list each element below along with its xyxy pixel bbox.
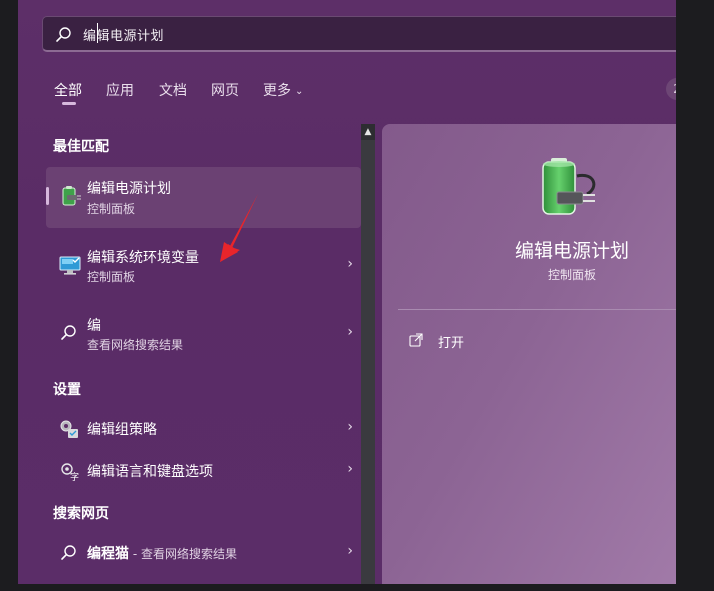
- chevron-down-icon: ⌄: [295, 85, 304, 97]
- results-scrollbar[interactable]: ▲: [361, 124, 375, 584]
- result-item-web-biancheng-mao[interactable]: 编程猫 - 查看网络搜索结果 ›: [46, 534, 361, 572]
- search-icon: [56, 27, 71, 42]
- result-title: 编程猫 - 查看网络搜索结果: [87, 543, 237, 563]
- chevron-right-icon[interactable]: ›: [347, 543, 353, 559]
- result-subtitle: 控制面板: [87, 270, 136, 284]
- tab-web[interactable]: 网页: [211, 80, 239, 100]
- web-query: 编程猫: [87, 546, 129, 562]
- text-caret: [97, 23, 98, 43]
- result-item-language-keyboard[interactable]: 字 编辑语言和键盘选项 ›: [46, 452, 361, 490]
- detail-subtitle: 控制面板: [547, 268, 596, 282]
- battery-plug-icon: [542, 158, 596, 215]
- result-item-env-vars[interactable]: 编辑系统环境变量 控制面板 ›: [46, 236, 361, 296]
- chevron-right-icon[interactable]: ›: [347, 256, 353, 272]
- detail-panel: 编辑电源计划 控制面板 打开: [382, 124, 676, 584]
- result-item-group-policy[interactable]: 编辑组策略 ›: [46, 410, 361, 448]
- result-subtitle: 控制面板: [87, 202, 136, 216]
- tab-apps[interactable]: 应用: [106, 80, 134, 100]
- tab-all[interactable]: 全部: [54, 80, 82, 100]
- open-external-icon: [409, 333, 423, 347]
- scroll-up-button[interactable]: ▲: [361, 124, 375, 140]
- result-item-web-search-bian[interactable]: 编 查看网络搜索结果 ›: [46, 304, 361, 364]
- badge[interactable]: 2: [666, 78, 676, 100]
- left-edge: [0, 0, 18, 591]
- tab-documents[interactable]: 文档: [159, 80, 187, 100]
- result-title: 编辑语言和键盘选项: [87, 464, 213, 480]
- right-edge: [676, 0, 714, 591]
- section-best-match: 最佳匹配: [53, 139, 109, 155]
- search-box[interactable]: 编辑电源计划: [42, 16, 676, 52]
- search-window: 编辑电源计划 全部 应用 文档 网页 更多 ⌄ 2 最佳匹配 编辑电源计划 控制面…: [18, 0, 676, 584]
- detail-divider: [398, 309, 676, 310]
- tab-more[interactable]: 更多 ⌄: [263, 80, 303, 100]
- search-icon: [61, 545, 76, 560]
- tab-more-label: 更多: [263, 83, 291, 99]
- bottom-edge: [0, 584, 714, 591]
- result-title: 编辑系统环境变量: [87, 250, 199, 266]
- battery-plug-icon: [62, 186, 81, 206]
- selection-indicator: [46, 187, 49, 205]
- result-title: 编辑组策略: [87, 422, 157, 438]
- svg-text:字: 字: [70, 471, 79, 482]
- monitor-icon: [59, 256, 81, 275]
- detail-title: 编辑电源计划: [514, 240, 629, 262]
- search-input[interactable]: 编辑电源计划: [83, 25, 164, 44]
- result-title: 编辑电源计划: [87, 181, 171, 197]
- web-query-suffix: - 查看网络搜索结果: [129, 547, 237, 561]
- section-search-web: 搜索网页: [53, 506, 109, 522]
- chevron-right-icon[interactable]: ›: [347, 419, 353, 435]
- language-keyboard-icon: 字: [61, 463, 79, 482]
- chevron-right-icon[interactable]: ›: [347, 461, 353, 477]
- result-item-power-plan[interactable]: 编辑电源计划 控制面板: [46, 167, 361, 228]
- group-policy-icon: [60, 420, 78, 438]
- annotation-arrow: [220, 194, 258, 262]
- result-title: 编: [87, 318, 101, 334]
- search-icon: [61, 325, 76, 340]
- chevron-right-icon[interactable]: ›: [347, 324, 353, 340]
- section-settings: 设置: [53, 382, 81, 398]
- open-action-label: 打开: [438, 336, 465, 351]
- active-tab-indicator: [62, 102, 76, 105]
- result-subtitle: 查看网络搜索结果: [87, 338, 184, 352]
